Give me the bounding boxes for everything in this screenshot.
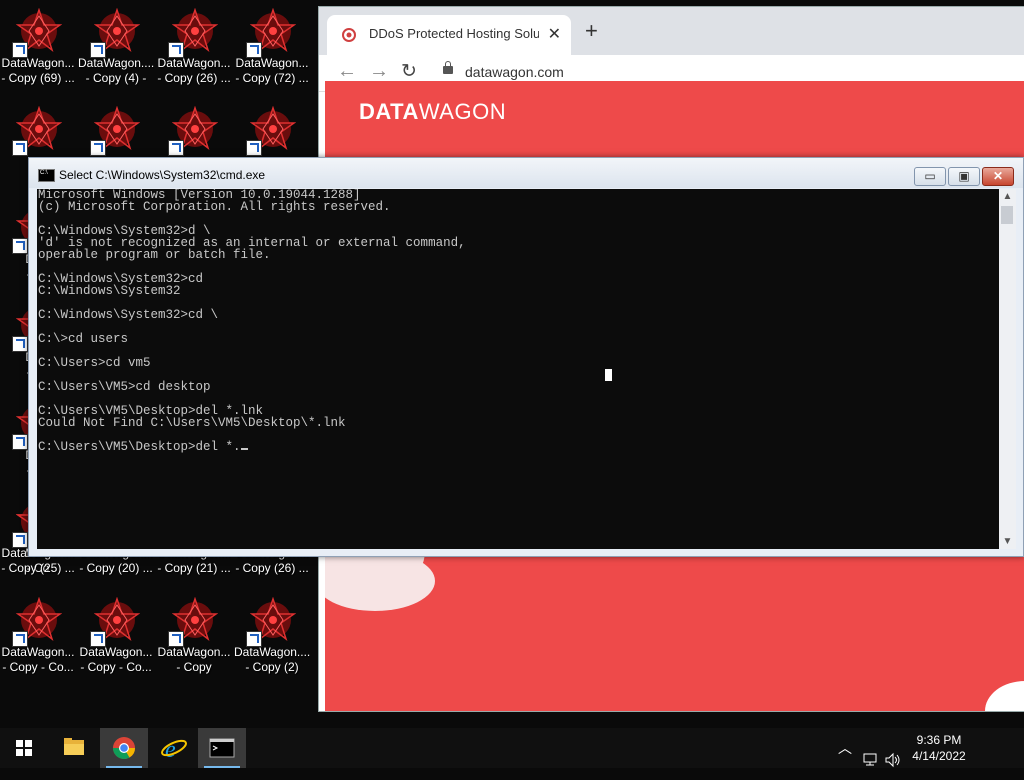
scroll-down-icon[interactable]: ▼ [999,536,1016,547]
console-text: Microsoft Windows [Version 10.0.19044.12… [38,189,466,454]
tab-close-icon[interactable]: ✕ [548,24,561,44]
browser-tabbar: DDoS Protected Hosting Solutio ✕ + [319,7,1024,55]
svg-text:e: e [165,737,176,763]
folder-icon [64,738,84,755]
shortcut-arrow-icon [168,140,184,156]
forward-arrow-icon[interactable]: → [369,60,389,83]
file-explorer-button[interactable] [50,728,98,768]
datawagon-favicon-icon [342,28,356,42]
desktop-shortcut-label: DataWagon... - Copy (69) ... [1,56,75,85]
network-icon[interactable] [862,740,880,780]
cmd-app-icon [38,169,55,182]
back-arrow-icon[interactable]: ← [337,60,357,83]
desktop-shortcut[interactable]: DataWagon... - Copy (69) ... [0,4,76,98]
new-tab-button[interactable]: + [585,18,598,44]
volume-icon[interactable] [884,740,902,780]
desktop-shortcut-label: DataWagon... - Copy - Co... [1,645,75,674]
cmd-window-title: Select C:\Windows\System32\cmd.exe [59,168,266,182]
datawagon-logo[interactable]: DATAWAGON [359,99,506,125]
browser-tab[interactable]: DDoS Protected Hosting Solutio ✕ [327,15,571,55]
desktop-shortcut[interactable]: DataWagon... - Copy - Co... [78,593,154,687]
desktop-shortcut-label: DataWagon...- Copy (26) ... [157,56,231,85]
desktop-shortcut[interactable]: DataWagon...- Copy (26) ... [156,4,232,98]
mouse-text-cursor [605,369,612,381]
address-bar-url: datawagon.com [465,64,564,80]
chrome-button[interactable] [100,728,148,768]
decorative-cloud [325,551,435,611]
lock-icon [443,61,453,74]
console-caret [240,448,248,450]
maximize-button[interactable]: ▣ [948,167,980,186]
scroll-up-icon[interactable]: ▲ [999,191,1016,202]
desktop-shortcut[interactable]: DataWagon.... - Copy (4) - [78,4,154,98]
desktop-shortcut[interactable]: DataWagon... - Copy [156,593,232,687]
desktop-shortcut[interactable]: DataWagon... - Copy - Co... [0,593,76,687]
internet-explorer-button[interactable]: e [150,728,198,768]
cmd-window[interactable]: Select C:\Windows\System32\cmd.exe ▭ ▣ ✕… [28,157,1024,557]
shortcut-arrow-icon [90,140,106,156]
cmd-taskbar-button[interactable] [198,728,246,768]
clock-date: 4/14/2022 [912,749,966,763]
decorative-cloud [985,681,1024,711]
desktop-shortcut-label: DataWagon... - Copy (72) ... [235,56,309,85]
desktop-shortcut[interactable]: DataWagon.... - Copy (2) [234,593,310,687]
cmd-titlebar[interactable]: Select C:\Windows\System32\cmd.exe ▭ ▣ ✕ [29,158,1023,188]
tab-title: DDoS Protected Hosting Solutio [369,26,539,41]
taskbar: e ︿ 9:36 PM 4/14/2022 [0,728,1024,768]
internet-explorer-icon: e [161,737,187,763]
windows-logo-icon [16,740,32,756]
shortcut-arrow-icon [246,140,262,156]
console-output[interactable]: Microsoft Windows [Version 10.0.19044.12… [37,189,999,549]
show-hidden-icons-chevron-icon[interactable]: ︿ [838,738,852,778]
clock-time: 9:36 PM [916,733,962,747]
shortcut-arrow-icon [12,140,28,156]
chrome-icon [113,737,135,759]
desktop-shortcut-label: DataWagon... - Copy [157,645,231,674]
desktop-shortcut-label: DataWagon.... - Copy (4) - [78,56,154,85]
vertical-scrollbar[interactable]: ▲ ▼ [999,189,1016,549]
command-prompt-icon [209,738,235,758]
desktop-shortcut-label: DataWagon... - Copy - Co... [79,645,153,674]
close-button[interactable]: ✕ [982,167,1014,186]
desktop-shortcut-label: DataWagon.... - Copy (2) [234,645,310,674]
system-clock[interactable]: 9:36 PM 4/14/2022 [908,732,970,764]
minimize-button[interactable]: ▭ [914,167,946,186]
start-button[interactable] [0,728,48,768]
scroll-thumb[interactable] [1001,206,1013,224]
reload-icon[interactable]: ↻ [401,60,417,83]
desktop-shortcut[interactable]: DataWagon... - Copy (72) ... [234,4,310,98]
